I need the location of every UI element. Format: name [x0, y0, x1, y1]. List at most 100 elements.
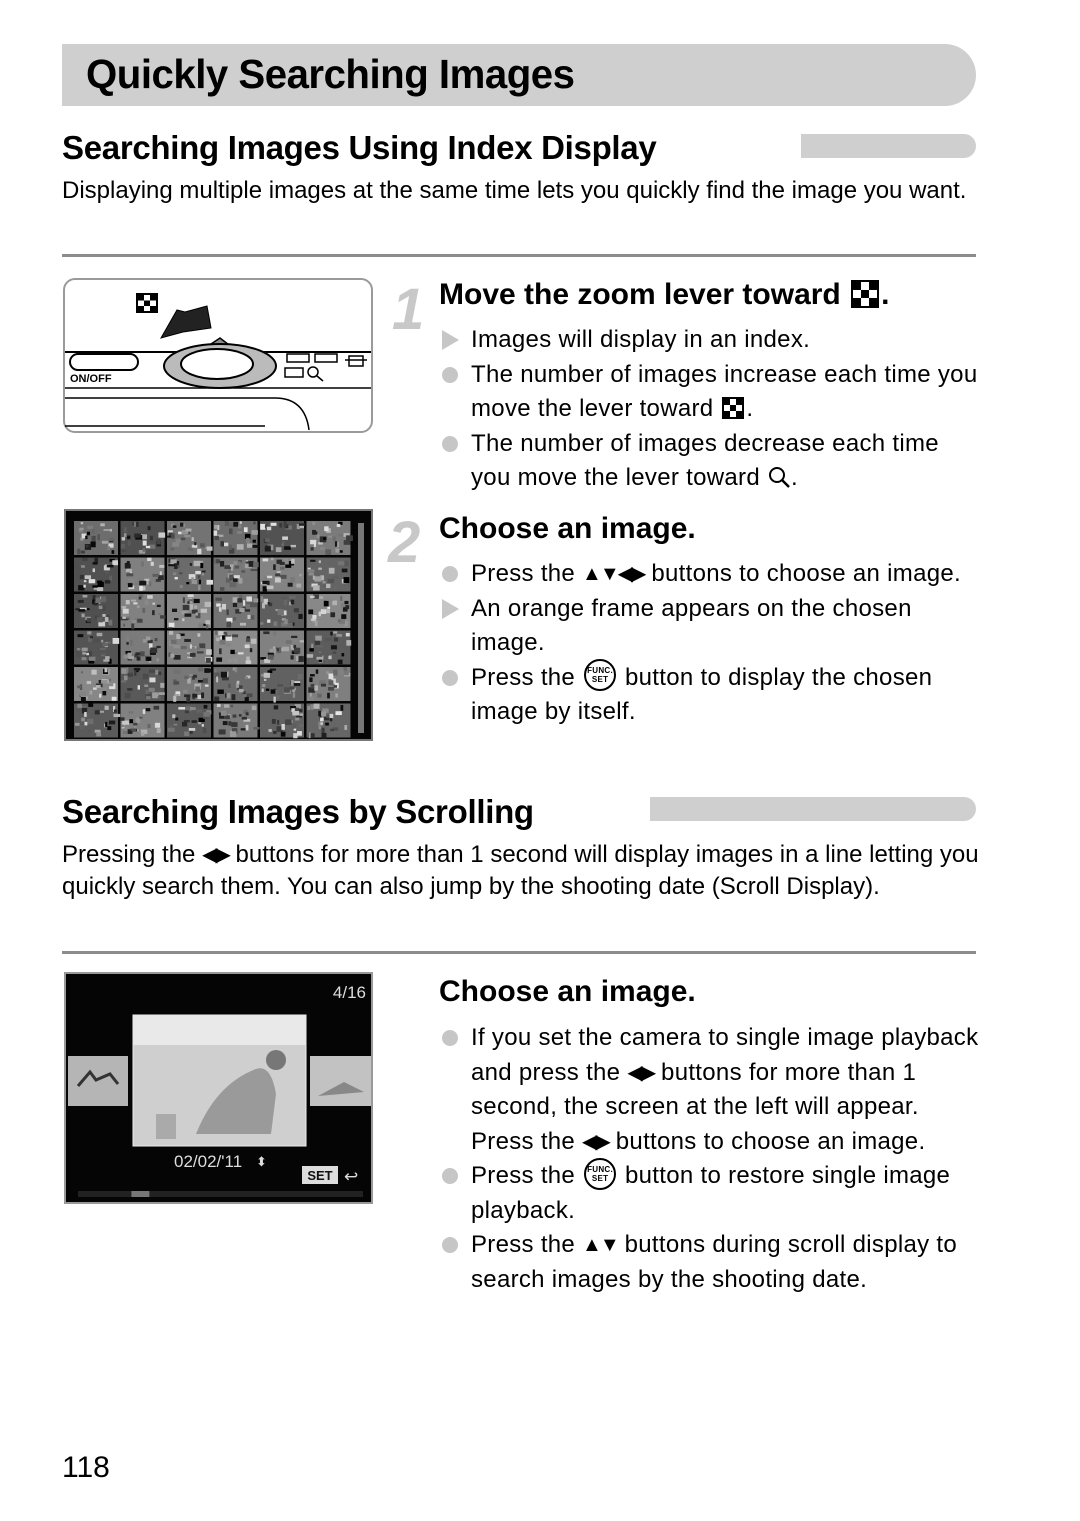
index-thumbnail: [74, 521, 118, 555]
index-display-screen: [64, 509, 373, 741]
date-updown-icon: ⬍: [256, 1155, 267, 1170]
left-right-arrows-icon: ◀▶: [627, 1061, 656, 1084]
bullet-dot-icon: [442, 435, 458, 452]
index-thumbnail: [74, 557, 119, 592]
text-run: buttons to choose an image.: [644, 560, 962, 587]
list-item: Press the ▲▼ buttons during scroll displ…: [439, 1228, 979, 1297]
index-thumbnail: [120, 594, 166, 630]
list-item: The number of images decrease each time …: [439, 427, 979, 496]
text-run: Press the: [471, 663, 583, 691]
scroll-track: [78, 1191, 363, 1197]
index-thumbnail: [306, 521, 353, 556]
index-thumbnail: [120, 557, 165, 592]
index-thumbnail: [120, 521, 166, 555]
left-right-arrows-icon: ◀▶: [582, 1130, 611, 1153]
index-thumbnail: [213, 521, 259, 555]
index-thumbnail: [74, 667, 118, 703]
index-thumbnail: [260, 521, 306, 555]
step-number: 1: [392, 277, 425, 342]
index-thumbnail: [306, 594, 351, 628]
index-thumbnail: [260, 667, 304, 703]
step-title-text: Move the zoom lever toward: [439, 278, 850, 311]
index-thumbnail: [167, 667, 211, 703]
section-heading-scrolling: Searching Images by Scrolling: [62, 793, 534, 830]
camera-top-drawing: ON/OFF: [65, 293, 371, 431]
index-thumbnail: [306, 557, 351, 592]
index-thumbnail: [74, 630, 120, 665]
index-thumbnail: [167, 630, 213, 665]
index-thumbnail: [260, 630, 305, 665]
index-thumbnail: [213, 703, 260, 738]
lever-direction-arrow-icon: [159, 305, 212, 339]
power-label: ON/OFF: [70, 373, 112, 385]
index-thumbnail: [213, 630, 258, 665]
divider: [62, 254, 976, 257]
index-grid: [74, 521, 364, 739]
step-instructions: Images will display in an index. The numb…: [439, 323, 979, 496]
index-thumbnail: [213, 557, 259, 592]
set-button-label: SET: [307, 1168, 332, 1183]
step-title-suffix: .: [881, 278, 890, 311]
step-title: Choose an image.: [439, 512, 696, 545]
magnify-icon: [767, 461, 791, 496]
section-intro-scrolling: Pressing the ◀▶ buttons for more than 1 …: [62, 839, 982, 903]
index-thumbnail: [260, 557, 304, 592]
index-thumbnail: [74, 594, 118, 628]
index-thumbnail: [306, 630, 352, 665]
index-thumbnail: [120, 630, 165, 665]
text-run: Press the: [471, 1162, 583, 1189]
bullet-dot-icon: [442, 1237, 458, 1253]
index-thumbnail: [213, 667, 258, 702]
index-thumbnail: [120, 667, 165, 701]
left-right-arrows-icon: ◀▶: [202, 844, 231, 866]
list-item: If you set the camera to single image pl…: [439, 1021, 979, 1159]
shutter-button: [180, 348, 254, 380]
index-thumbnail: [167, 594, 212, 629]
text-run: Pressing the: [62, 841, 203, 868]
index-thumbnail: [120, 703, 165, 738]
bullet-dot-icon: [442, 566, 458, 582]
step-instructions: Press the ▲▼◀▶ buttons to choose an imag…: [439, 557, 979, 730]
step-instructions: If you set the camera to single image pl…: [439, 1021, 979, 1297]
step-number: 2: [388, 510, 421, 575]
text-run: The number of images decrease each time …: [471, 429, 939, 492]
index-thumbnail: [167, 521, 213, 555]
bullet-dot-icon: [442, 1030, 458, 1046]
divider: [62, 951, 976, 954]
index-display-icon: [722, 396, 745, 419]
list-item: Images will display in an index.: [439, 323, 979, 358]
bullet-dot-icon: [442, 366, 458, 383]
next-thumbnail: [310, 1056, 371, 1106]
list-item: An orange frame appears on the chosen im…: [439, 592, 979, 661]
text-run: An orange frame appears on the chosen im…: [471, 594, 912, 657]
page-number: 118: [62, 1451, 110, 1484]
index-thumbnail: [74, 703, 121, 738]
list-item: Press the ▲▼◀▶ buttons to choose an imag…: [439, 557, 979, 592]
text-run: Images will display in an index.: [471, 326, 811, 353]
shooting-date: 02/02/'11: [174, 1152, 242, 1171]
zoom-lever-illustration: ON/OFF: [63, 278, 373, 433]
page-title: Quickly Searching Images: [86, 51, 575, 97]
scroll-thumb: [131, 1191, 150, 1197]
index-thumbnail: [167, 703, 212, 738]
bullet-dot-icon: [442, 669, 458, 686]
return-icon: ↩: [344, 1167, 358, 1187]
index-thumbnail: [213, 594, 259, 628]
index-thumbnail: [260, 703, 304, 739]
list-item: The number of images increase each time …: [439, 358, 979, 427]
index-thumbnail: [260, 594, 304, 628]
scroll-display-screen: 4/16 02/02/'11 ⬍ SET ↩: [64, 972, 373, 1204]
text-run: .: [790, 464, 798, 491]
text-run: Press the: [471, 1231, 583, 1258]
index-scrollbar: [358, 523, 364, 733]
step-title: Move the zoom lever toward .: [439, 277, 889, 313]
up-down-arrows-icon: ▲▼: [582, 1234, 620, 1256]
bullet-dot-icon: [442, 1168, 458, 1184]
list-item: Press the FUNC. SET button to display the…: [439, 659, 979, 730]
result-arrow-icon: [442, 330, 459, 350]
section-intro-index-display: Displaying multiple images at the same t…: [62, 177, 967, 204]
text-run: Press the: [471, 560, 583, 587]
result-arrow-icon: [442, 598, 459, 619]
previous-thumbnail: [68, 1056, 128, 1106]
func-set-button-icon: FUNC. SET: [584, 659, 617, 692]
